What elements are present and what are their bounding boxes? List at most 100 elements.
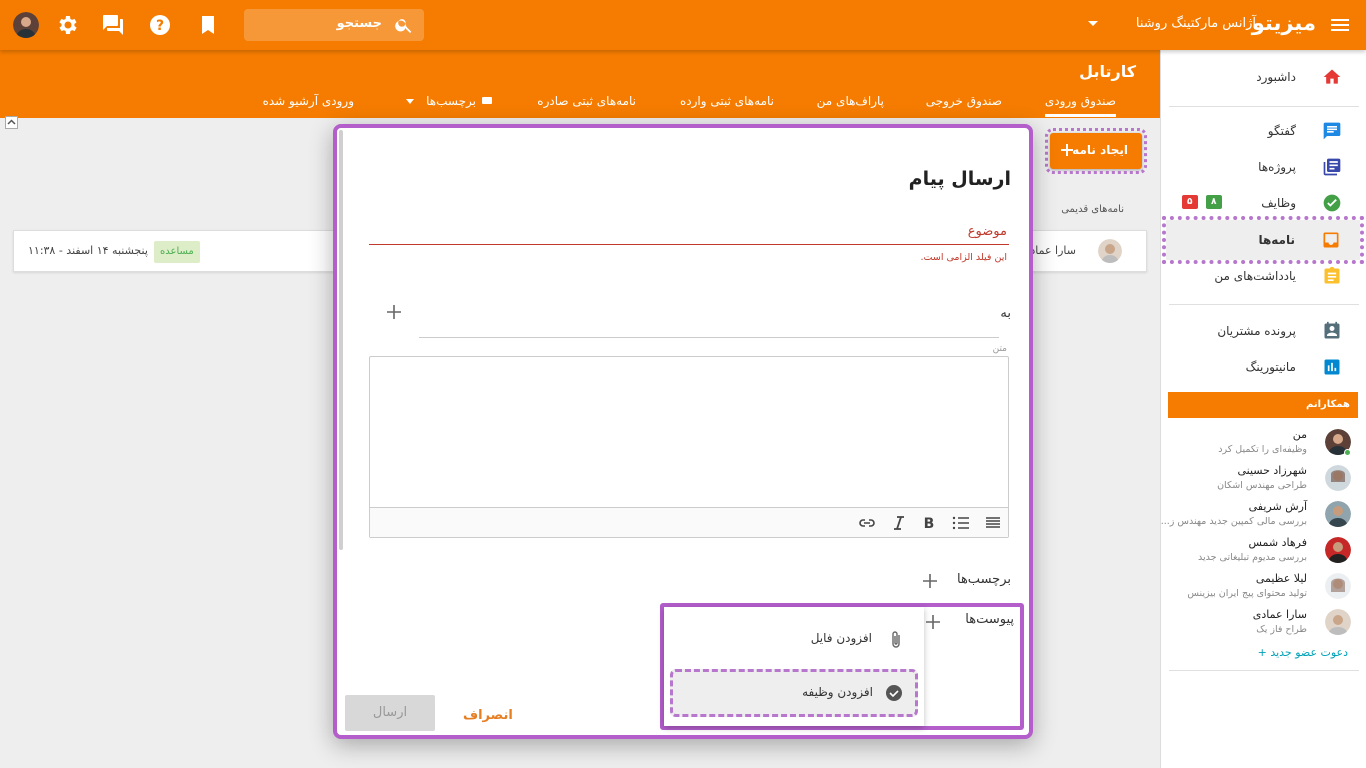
bookmark-icon[interactable] [196,13,220,37]
collapse-icon[interactable] [5,116,18,129]
member-name: فرهاد شمس [1248,536,1307,549]
cancel-button[interactable]: انصراف [463,708,513,723]
sidebar-item-label: وظایف [1261,196,1296,210]
subject-error: این فیلد الزامی است. [920,252,1007,263]
body-label: متن [992,344,1007,354]
home-icon [1322,67,1342,87]
member-item[interactable]: فرهاد شمس بررسی مدیوم تبلیغاتی جدید [1161,534,1366,568]
link-icon[interactable] [856,513,878,533]
settings-icon[interactable] [55,13,79,37]
tab-labels[interactable]: برچسب‌ها [426,94,476,108]
avatar [1325,573,1351,599]
bold-icon[interactable]: B [918,513,940,533]
member-status: طراحی مهندس اشکان [1217,480,1307,491]
sidebar-item-label: پروژه‌ها [1258,160,1296,174]
old-letters-link[interactable]: نامه‌های قدیمی [1061,204,1124,215]
tab-inbox[interactable]: صندوق ورودی [1044,94,1116,117]
label-icon [482,97,492,104]
tab-my-paraphs[interactable]: پاراف‌های من [817,94,884,108]
send-message-dialog: ارسال پیام موضوع این فیلد الزامی است. به… [333,124,1033,739]
member-item[interactable]: لیلا عظیمی تولید محتوای پیج ایران بیزینس [1161,570,1366,604]
sidebar-item-label: پرونده مشتریان [1217,324,1296,338]
member-name: لیلا عظیمی [1255,572,1307,585]
sidebar-item-customers[interactable]: پرونده مشتریان [1160,314,1366,348]
sidebar-item-label: گفتگو [1267,124,1296,138]
chevron-down-icon[interactable] [1088,21,1098,26]
user-avatar[interactable] [13,12,39,38]
notes-icon [1322,266,1342,286]
add-file-label: افزودن فایل [810,631,872,645]
member-item[interactable]: شهرزاد حسینی طراحی مهندس اشکان [1161,462,1366,496]
tab-outgoing-registered[interactable]: نامه‌های ثبتی صادره [537,94,636,108]
member-item[interactable]: آرش شریفی بررسی مالی کمپین جدید مهندس ز.… [1161,498,1366,532]
tab-outbox[interactable]: صندوق خروجی [926,94,1002,108]
svg-text:?: ? [156,18,164,34]
colleagues-header: همکارانم [1168,392,1358,418]
projects-icon [1322,157,1342,177]
create-letter-button[interactable]: ایجاد نامه [1045,128,1147,174]
sidebar-item-label: داشبورد [1256,70,1296,84]
row-tag: مساعده [154,241,200,263]
add-task-menu-item[interactable]: افزودن وظیفه [670,669,918,717]
tab-incoming-registered[interactable]: نامه‌های ثبتی وارده [680,94,774,108]
avatar [1325,465,1351,491]
row-date: پنجشنبه ۱۴ اسفند - ۱۱:۳۸ [28,244,148,257]
sidebar-item-chat[interactable]: گفتگو [1160,114,1366,148]
member-item[interactable]: سارا عمادی طراح فاز یک [1161,606,1366,640]
add-label-icon[interactable] [921,572,939,590]
sidebar-item-projects[interactable]: پروژه‌ها [1160,150,1366,184]
monitoring-icon [1322,357,1342,377]
attachments-highlight: افزودن فایل افزودن وظیفه پیوست‌ها [660,603,1024,730]
avatar [1325,609,1351,635]
italic-icon[interactable] [888,513,910,533]
member-name: آرش شریفی [1248,500,1307,513]
tab-archived[interactable]: ورودی آرشیو شده [263,94,354,108]
align-icon[interactable] [982,513,1004,533]
attachment-menu: افزودن فایل افزودن وظیفه [664,607,924,726]
dialog-scrollbar[interactable] [339,130,343,550]
task-icon [1322,193,1342,213]
menu-icon[interactable] [1328,13,1352,37]
avatar [1325,537,1351,563]
subject-field[interactable]: موضوع [968,224,1007,239]
agency-selector[interactable]: آژانس مارکتینگ روشنا [1136,16,1256,31]
help-icon[interactable]: ? [148,13,172,37]
brand-logo: میزیتو [1251,11,1316,35]
letters-icon [1321,230,1341,250]
body-editor[interactable]: B [369,356,1009,538]
avatar [1325,501,1351,527]
paperclip-icon [892,631,900,648]
to-field[interactable] [419,337,999,338]
sidebar-item-dashboard[interactable]: داشبورد [1160,60,1366,94]
member-item[interactable]: من وظیفه‌ای را تکمیل کرد [1161,426,1366,460]
list-icon[interactable] [950,513,972,533]
search-box[interactable]: جستجو [244,9,424,41]
attachments-label: پیوست‌ها [965,612,1014,627]
chat-icon [1322,121,1342,141]
add-attachment-icon[interactable] [924,613,942,631]
member-status: تولید محتوای پیج ایران بیزینس [1187,588,1307,599]
search-input[interactable]: جستجو [337,16,382,31]
sidebar-item-letters[interactable]: نامه‌ها [1162,216,1364,264]
member-name: سارا عمادی [1252,608,1307,621]
page-header: کارتابل صندوق ورودی صندوق خروجی پاراف‌ها… [0,50,1160,118]
plus-icon [1061,144,1073,156]
send-button[interactable]: ارسال [345,695,435,731]
tasks-badge-red: ۵ [1182,195,1198,209]
member-status: بررسی مدیوم تبلیغاتی جدید [1198,552,1307,563]
add-recipient-icon[interactable] [385,303,403,321]
add-file-menu-item[interactable]: افزودن فایل [664,623,924,657]
sidebar-item-notes[interactable]: یادداشت‌های من [1160,259,1366,293]
subject-underline [369,244,1009,245]
sidebar-item-tasks[interactable]: وظایف ۸ ۵ [1160,186,1366,220]
online-indicator [1344,449,1351,456]
chevron-down-icon[interactable] [406,99,414,104]
dialog-title: ارسال پیام [908,168,1011,190]
sidebar-item-label: مانیتورینگ [1245,360,1296,374]
messages-icon[interactable] [101,13,125,37]
row-avatar [1098,239,1122,263]
create-letter-label: ایجاد نامه [1072,143,1128,157]
invite-member-link[interactable]: دعوت عضو جدید + [1258,646,1348,659]
search-icon [394,15,414,35]
sidebar-item-monitoring[interactable]: مانیتورینگ [1160,350,1366,384]
